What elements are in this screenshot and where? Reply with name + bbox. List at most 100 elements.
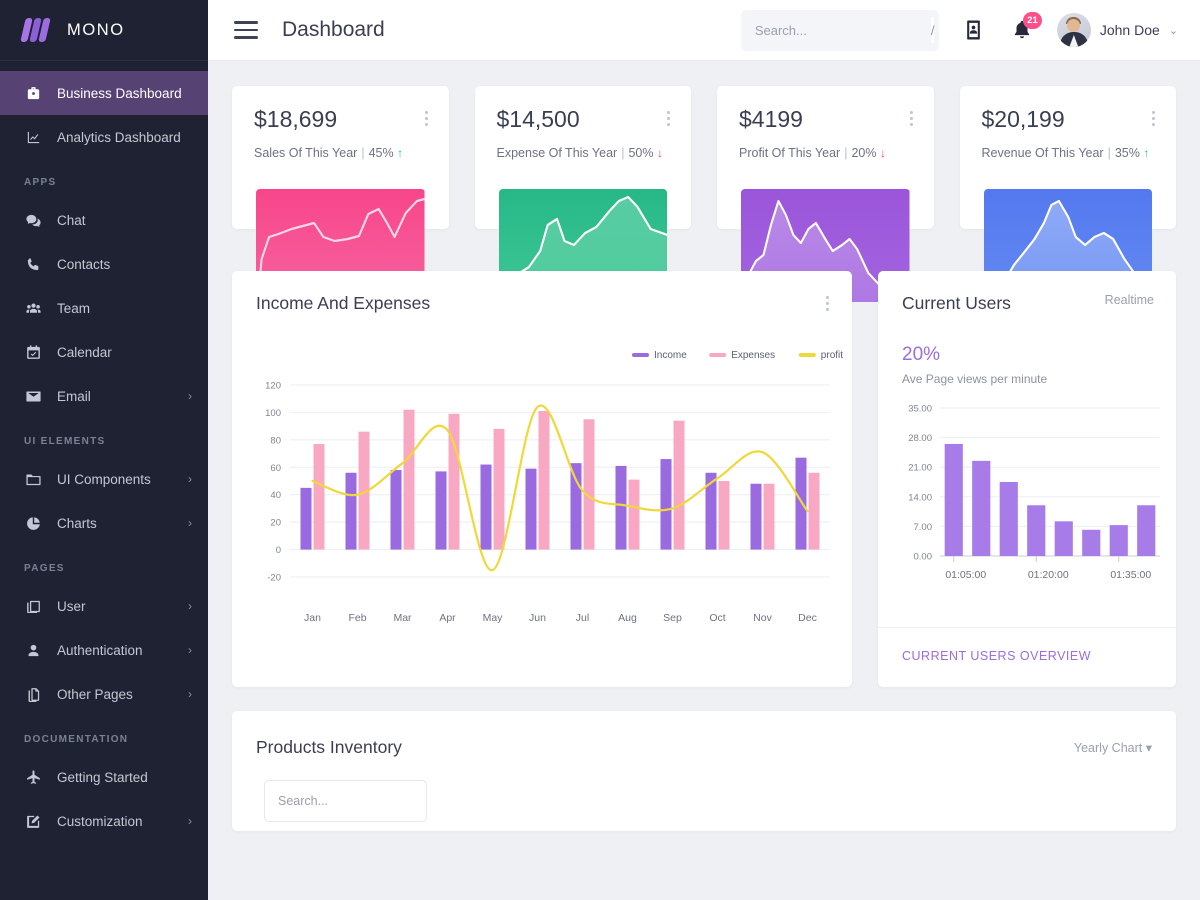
sidebar-section-pages: PAGES: [24, 563, 65, 574]
stat-value: $20,199: [981, 106, 1065, 132]
current-users-panel: Current Users Realtime 20% Ave Page view…: [878, 271, 1176, 687]
stat-card-revenue: $20,199 Revenue Of This Year | 35% ↑: [959, 86, 1176, 302]
brand-logo-area[interactable]: MONO: [0, 0, 208, 61]
kebab-menu-icon[interactable]: [826, 293, 830, 311]
sidebar-nav: Business Dashboard Analytics Dashboard A…: [0, 61, 208, 843]
svg-text:120: 120: [265, 381, 281, 392]
stat-subtitle: Profit Of This Year | 20% ↓: [739, 146, 886, 160]
window-stack-icon: [24, 597, 42, 615]
mono-logo-icon: [20, 18, 56, 42]
stat-percent: 50%: [628, 146, 654, 160]
svg-text:14.00: 14.00: [908, 492, 932, 503]
kebab-menu-icon[interactable]: [1152, 108, 1156, 126]
sidebar-item-label: Authentication: [57, 642, 143, 658]
chevron-right-icon: ›: [188, 687, 192, 701]
sidebar-item-team[interactable]: Team: [0, 286, 208, 330]
header-search[interactable]: /: [740, 9, 939, 51]
sidebar-item-label: User: [57, 598, 86, 614]
svg-text:Jul: Jul: [576, 612, 589, 624]
users-percent: 20%: [902, 344, 941, 365]
svg-text:Jun: Jun: [529, 612, 546, 624]
sidebar-item-label: Other Pages: [57, 686, 133, 702]
svg-text:Jan: Jan: [304, 612, 321, 624]
chevron-right-icon: ›: [188, 516, 192, 530]
products-panel-title: Products Inventory: [256, 737, 402, 757]
svg-text:01:35:00: 01:35:00: [1110, 569, 1151, 581]
calendar-icon: [24, 343, 42, 361]
folder-icon: [24, 470, 42, 488]
hamburger-menu-icon[interactable]: [234, 21, 258, 39]
stat-subtitle: Expense Of This Year | 50% ↓: [496, 146, 663, 160]
top-header: Dashboard / 21 John Doe ⌄: [208, 0, 1200, 61]
svg-text:40: 40: [270, 490, 281, 501]
kebab-menu-icon[interactable]: [424, 108, 429, 126]
stat-card-profit: $4199 Profit Of This Year | 20% ↓: [717, 86, 934, 302]
dashboard-page: MONO Business Dashboard Analytics Dashbo…: [0, 0, 1200, 900]
sidebar-section-apps: APPS: [24, 177, 57, 188]
svg-text:0: 0: [276, 545, 281, 556]
stat-card-top: $18,699: [254, 108, 429, 131]
svg-text:100: 100: [265, 408, 281, 419]
sidebar-item-analytics-dashboard[interactable]: Analytics Dashboard: [0, 115, 208, 159]
svg-text:Feb: Feb: [348, 612, 366, 624]
sidebar-item-other-pages[interactable]: Other Pages ›: [0, 672, 208, 716]
svg-text:Sep: Sep: [663, 612, 682, 624]
arrow-down-icon: ↓: [879, 146, 886, 160]
sidebar-item-getting-started[interactable]: Getting Started: [0, 755, 208, 799]
svg-text:60: 60: [270, 463, 281, 474]
income-expenses-chart: Income Expenses profit -20 0 20 40 60 80 100 120 Ja…: [265, 350, 843, 624]
main-content: $18,699 Sales Of This Year | 45% ↑ $14,5…: [208, 61, 1200, 900]
products-search[interactable]: [264, 780, 427, 822]
sidebar-item-calendar[interactable]: Calendar: [0, 330, 208, 374]
sidebar-item-chat[interactable]: Chat: [0, 198, 208, 242]
sidebar-item-authentication[interactable]: Authentication ›: [0, 628, 208, 672]
airplane-icon: [24, 768, 42, 786]
stat-card-expense: $14,500 Expense Of This Year | 50% ↓: [474, 86, 691, 302]
svg-text:Aug: Aug: [618, 612, 637, 624]
sidebar-item-email[interactable]: Email ›: [0, 374, 208, 418]
sidebar-item-customization[interactable]: Customization ›: [0, 799, 208, 843]
yearly-chart-select[interactable]: Yearly Chart ▾: [1074, 740, 1152, 755]
sidebar: MONO Business Dashboard Analytics Dashbo…: [0, 0, 208, 900]
svg-text:01:20:00: 01:20:00: [1028, 569, 1069, 581]
svg-text:21.00: 21.00: [908, 463, 932, 474]
sidebar-item-label: Charts: [57, 515, 97, 531]
caret-down-icon: ▾: [1145, 741, 1152, 755]
svg-text:01:05:00: 01:05:00: [945, 569, 986, 581]
sidebar-item-label: Analytics Dashboard: [57, 129, 181, 145]
sidebar-item-user[interactable]: User ›: [0, 584, 208, 628]
chevron-right-icon: ›: [188, 814, 192, 828]
pie-chart-icon: [24, 514, 42, 532]
stat-percent: 45%: [368, 146, 394, 160]
kebab-menu-icon[interactable]: [667, 108, 671, 126]
kebab-menu-icon[interactable]: [909, 108, 914, 126]
stat-card-top: $14,500: [497, 108, 672, 131]
current-users-overview-link[interactable]: CURRENT USERS OVERVIEW: [902, 649, 1091, 663]
search-input[interactable]: [754, 22, 931, 38]
contact-card-icon[interactable]: [961, 17, 987, 43]
current-users-chart: 0.00 7.00 14.00 21.00 28.00 35.00 01:05:00 01:2…: [908, 404, 1160, 581]
sidebar-item-label: UI Components: [57, 471, 151, 487]
search-shortcut-badge: /: [930, 17, 935, 43]
svg-text:7.00: 7.00: [914, 522, 933, 533]
sidebar-item-ui-components[interactable]: UI Components ›: [0, 457, 208, 501]
products-search-input[interactable]: [278, 794, 413, 808]
user-menu[interactable]: John Doe ⌄: [1056, 13, 1178, 47]
chart-line-icon: [24, 128, 42, 146]
svg-text:Dec: Dec: [798, 612, 817, 624]
sidebar-item-contacts[interactable]: Contacts: [0, 242, 208, 286]
sidebar-item-business-dashboard[interactable]: Business Dashboard: [0, 71, 208, 115]
sidebar-item-label: Calendar: [57, 344, 112, 360]
svg-text:May: May: [483, 612, 504, 624]
bell-icon[interactable]: 21: [1009, 12, 1042, 43]
stat-card-top: $4199: [739, 108, 914, 131]
users-panel-header: Current Users Realtime: [878, 271, 1176, 314]
stat-cards-row: $18,699 Sales Of This Year | 45% ↑ $14,5…: [232, 86, 1176, 302]
user-name: John Doe: [1099, 22, 1160, 38]
chevron-right-icon: ›: [188, 599, 192, 613]
sidebar-item-charts[interactable]: Charts ›: [0, 501, 208, 545]
sidebar-item-label: Chat: [57, 212, 86, 228]
svg-text:0.00: 0.00: [914, 552, 933, 563]
users-caption: Ave Page views per minute: [902, 372, 1048, 386]
sidebar-item-label: Email: [57, 388, 91, 404]
